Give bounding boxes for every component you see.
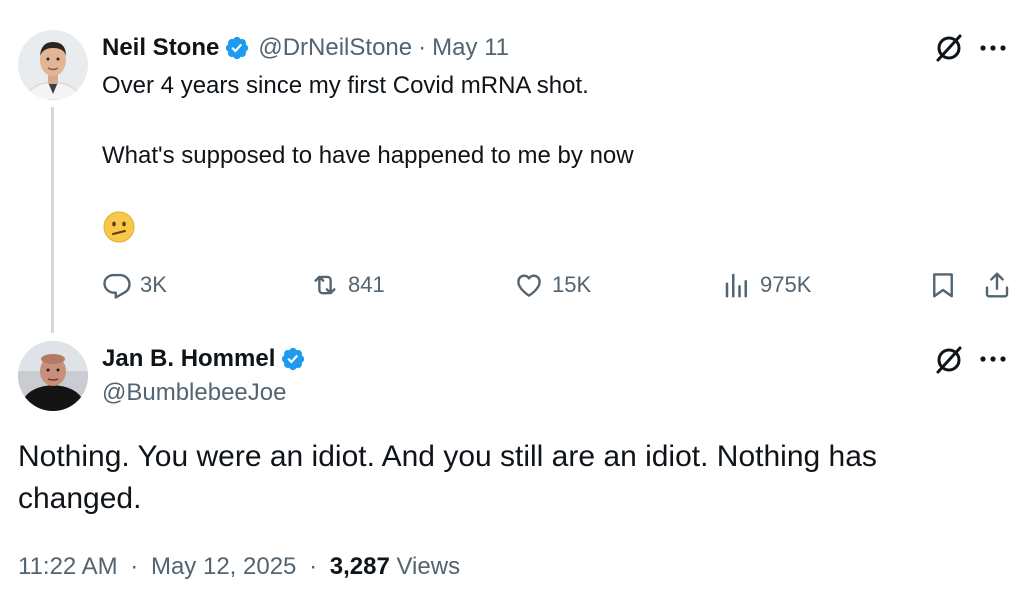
verified-badge-icon[interactable]: [224, 35, 250, 61]
reply-views-label: Views: [396, 553, 461, 580]
tweet-text-line-2: What's supposed to have happened to me b…: [102, 142, 634, 169]
like-button[interactable]: 15K: [514, 268, 591, 302]
avatar-jan-hommel[interactable]: [18, 341, 88, 411]
author-name[interactable]: Neil Stone: [102, 34, 219, 62]
reply-timestamp-footer: 11:22 AM · May 12, 2025 · 3,287 Views: [18, 553, 460, 581]
more-icon[interactable]: [978, 33, 1008, 63]
separator-dot: ·: [130, 553, 139, 580]
reply-header: Jan B. Hommel: [102, 343, 306, 375]
views-count: 975K: [760, 272, 812, 297]
tweet-date[interactable]: May 11: [432, 34, 509, 62]
separator-dot: ·: [418, 34, 427, 61]
bookmark-icon[interactable]: [928, 270, 958, 300]
author-handle[interactable]: @DrNeilStone: [258, 34, 412, 62]
tweet-header: Neil Stone @DrNeilStone · May 11: [102, 32, 509, 64]
retweet-icon: [314, 275, 336, 295]
views-button[interactable]: 975K: [722, 268, 811, 302]
reply-view-count: 3,287: [329, 553, 390, 580]
views-chart-icon: [725, 273, 747, 298]
verified-badge-icon[interactable]: [280, 346, 306, 372]
more-icon[interactable]: [978, 344, 1008, 374]
avatar-neil-stone[interactable]: [18, 30, 88, 100]
reply-text: Nothing. You were an idiot. And you stil…: [18, 440, 877, 515]
heart-icon: [517, 274, 541, 297]
reply-author-handle[interactable]: @BumblebeeJoe: [102, 379, 286, 407]
grok-icon[interactable]: [932, 31, 966, 65]
retweet-button[interactable]: 841: [310, 268, 385, 302]
reply-time[interactable]: 11:22 AM: [18, 553, 118, 580]
grok-icon[interactable]: [932, 343, 966, 377]
reply-button[interactable]: 3K: [102, 268, 167, 302]
reply-count: 3K: [140, 272, 167, 297]
reply-icon: [103, 273, 131, 299]
like-count: 15K: [552, 272, 592, 297]
tweet-text-line-1: Over 4 years since my first Covid mRNA s…: [102, 72, 589, 99]
thread-connector-line: [51, 107, 54, 333]
retweet-count: 841: [348, 272, 385, 297]
separator-dot: ·: [309, 553, 318, 580]
share-icon[interactable]: [982, 270, 1012, 300]
reply-date[interactable]: May 12, 2025: [151, 553, 296, 580]
confused-face-icon: [102, 210, 136, 244]
reply-author-name[interactable]: Jan B. Hommel: [102, 345, 275, 373]
